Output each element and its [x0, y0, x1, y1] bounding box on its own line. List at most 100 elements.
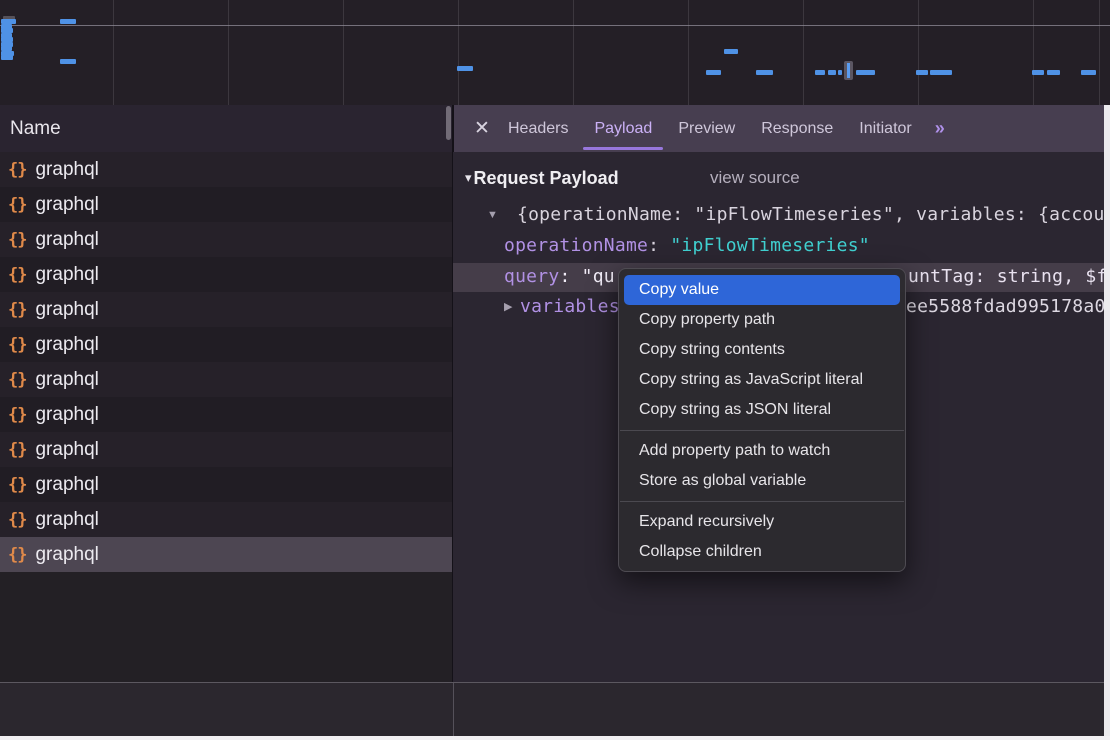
request-list-empty-area — [0, 572, 452, 682]
expand-triangle-icon[interactable]: ▼ — [487, 200, 498, 230]
tab-preview[interactable]: Preview — [665, 105, 748, 152]
request-name: graphql — [35, 404, 98, 426]
overview-request-bar — [756, 70, 773, 75]
overview-gridline — [1033, 0, 1034, 105]
overview-row-divider — [0, 25, 1110, 26]
network-overview-strip[interactable] — [0, 0, 1110, 106]
overview-request-bar — [838, 70, 842, 75]
page-edge-bottom — [0, 736, 1110, 740]
overview-gridline — [918, 0, 919, 105]
overview-request-bar — [457, 66, 473, 71]
json-braces-icon: {} — [8, 300, 26, 320]
overview-request-bar — [1, 55, 13, 60]
menu-item-copy-property-path[interactable]: Copy property path — [619, 305, 905, 335]
overview-request-bar — [724, 49, 738, 54]
query-row[interactable]: query: "qu — [504, 262, 615, 292]
tab-headers[interactable]: Headers — [495, 105, 581, 152]
menu-separator — [620, 430, 904, 431]
view-source-link[interactable]: view source — [710, 163, 800, 193]
request-list: {} graphql {} graphql {} graphql {} graphql {} gr… — [0, 152, 452, 572]
close-icon[interactable]: ✕ — [473, 105, 491, 152]
request-list-scrollbar[interactable] — [446, 106, 451, 140]
table-row[interactable]: {}graphql — [0, 397, 452, 432]
table-row[interactable]: {} graphql — [0, 187, 452, 222]
json-braces-icon: {} — [8, 265, 26, 285]
detail-tab-bar: ✕ HeadersPayloadPreviewResponseInitiator… — [453, 105, 1104, 152]
page-edge-right — [1104, 105, 1110, 736]
table-row[interactable]: {}graphql — [0, 502, 452, 537]
overview-request-bar — [706, 70, 721, 75]
request-name: graphql — [35, 229, 98, 251]
menu-item-add-property-path-to-watch[interactable]: Add property path to watch — [619, 436, 905, 466]
expand-triangle-icon[interactable]: ▶ — [504, 292, 512, 322]
collapse-triangle-icon[interactable]: ▾ — [465, 163, 472, 193]
name-column-label: Name — [0, 118, 61, 140]
menu-separator — [620, 501, 904, 502]
query-value-fragment: untTag: string, $f — [908, 262, 1104, 292]
table-row[interactable]: {} graphql — [0, 292, 452, 327]
table-row[interactable]: {}graphql — [0, 467, 452, 502]
table-row[interactable]: {} graphql — [0, 537, 452, 572]
variables-row[interactable]: variables — [520, 292, 620, 322]
name-column-header[interactable]: Name — [0, 105, 453, 153]
overview-request-bar — [856, 70, 875, 75]
overview-gridline — [228, 0, 229, 105]
property-key: query — [504, 266, 559, 287]
table-row[interactable]: {} graphql — [0, 257, 452, 292]
menu-item-expand-recursively[interactable]: Expand recursively — [619, 507, 905, 537]
json-braces-icon: {} — [8, 545, 26, 565]
menu-item-copy-string-as-javascript-literal[interactable]: Copy string as JavaScript literal — [619, 365, 905, 395]
json-braces-icon: {} — [8, 510, 26, 530]
overview-gridline — [803, 0, 804, 105]
overview-request-bar — [1032, 70, 1044, 75]
request-name: graphql — [35, 544, 98, 566]
request-name: graphql — [35, 369, 98, 391]
overview-gridline — [1099, 0, 1100, 105]
section-title: Request Payload — [474, 163, 619, 193]
overview-gridline — [458, 0, 459, 105]
context-menu: Copy valueCopy property pathCopy string … — [618, 268, 906, 572]
menu-item-store-as-global-variable[interactable]: Store as global variable — [619, 466, 905, 496]
footer-summary-bar — [0, 683, 1110, 736]
overview-request-bar — [60, 59, 76, 64]
operation-name-row[interactable]: operationName: "ipFlowTimeseries" — [504, 231, 870, 261]
json-braces-icon: {} — [8, 370, 26, 390]
table-row[interactable]: {} graphql — [0, 362, 452, 397]
request-name: graphql — [35, 264, 98, 286]
table-row[interactable]: {} graphql — [0, 152, 452, 187]
request-name: graphql — [35, 299, 98, 321]
property-value: "qu — [582, 266, 615, 287]
json-braces-icon: {} — [8, 160, 26, 180]
more-tabs-icon[interactable]: » — [925, 105, 953, 152]
overview-request-bar — [1047, 70, 1060, 75]
request-name: graphql — [35, 439, 98, 461]
tab-initiator[interactable]: Initiator — [846, 105, 924, 152]
json-braces-icon: {} — [8, 335, 26, 355]
menu-item-copy-value[interactable]: Copy value — [624, 275, 900, 305]
overview-gridline — [343, 0, 344, 105]
request-name: graphql — [35, 194, 98, 216]
menu-item-collapse-children[interactable]: Collapse children — [619, 537, 905, 567]
overview-request-bar — [1081, 70, 1096, 75]
menu-item-copy-string-as-json-literal[interactable]: Copy string as JSON literal — [619, 395, 905, 425]
json-braces-icon: {} — [8, 475, 26, 495]
table-row[interactable]: {}graphql — [0, 327, 452, 362]
property-key: operationName — [504, 235, 648, 256]
overview-gridline — [688, 0, 689, 105]
overview-request-bar — [828, 70, 836, 75]
json-braces-icon: {} — [8, 195, 26, 215]
request-payload-section-header[interactable]: ▾ Request Payload — [465, 163, 619, 193]
request-name: graphql — [35, 159, 98, 181]
tab-payload[interactable]: Payload — [581, 105, 665, 152]
devtools-network-panel: Name ✕ HeadersPayloadPreviewResponseInit… — [0, 0, 1110, 740]
payload-preview-line[interactable]: {operationName: "ipFlowTimeseries", vari… — [517, 200, 1104, 230]
detail-tabs: HeadersPayloadPreviewResponseInitiator — [495, 105, 925, 152]
table-row[interactable]: {}graphql — [0, 432, 452, 467]
overview-request-bar — [916, 70, 928, 75]
overview-gridline — [573, 0, 574, 105]
menu-item-copy-string-contents[interactable]: Copy string contents — [619, 335, 905, 365]
footer-pane-divider — [453, 683, 454, 736]
tab-response[interactable]: Response — [748, 105, 846, 152]
variables-value-fragment: ee5588fdad995178a0 — [906, 292, 1104, 322]
table-row[interactable]: {}graphql — [0, 222, 452, 257]
